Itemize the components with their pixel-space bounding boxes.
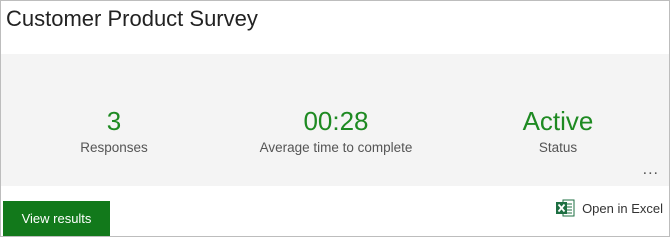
survey-card: Customer Product Survey 3 Responses 00:2… (0, 0, 670, 237)
survey-title: Customer Product Survey (6, 6, 258, 31)
more-options-button[interactable]: ... (643, 162, 659, 178)
excel-icon (556, 199, 575, 217)
average-time-value: 00:28 (303, 106, 369, 136)
open-in-excel-link[interactable]: Open in Excel (555, 198, 663, 218)
stat-responses: 3 Responses (4, 54, 224, 186)
status-value: Active (522, 106, 594, 136)
stat-status: Active Status (448, 54, 668, 186)
view-results-button[interactable]: View results (3, 201, 110, 236)
responses-label: Responses (80, 140, 148, 155)
average-time-label: Average time to complete (259, 140, 413, 155)
responses-count: 3 (106, 106, 122, 136)
status-label: Status (538, 140, 578, 155)
open-in-excel-label: Open in Excel (582, 200, 663, 216)
stat-average-time: 00:28 Average time to complete (226, 54, 446, 186)
stats-panel: 3 Responses 00:28 Average time to comple… (1, 54, 669, 186)
